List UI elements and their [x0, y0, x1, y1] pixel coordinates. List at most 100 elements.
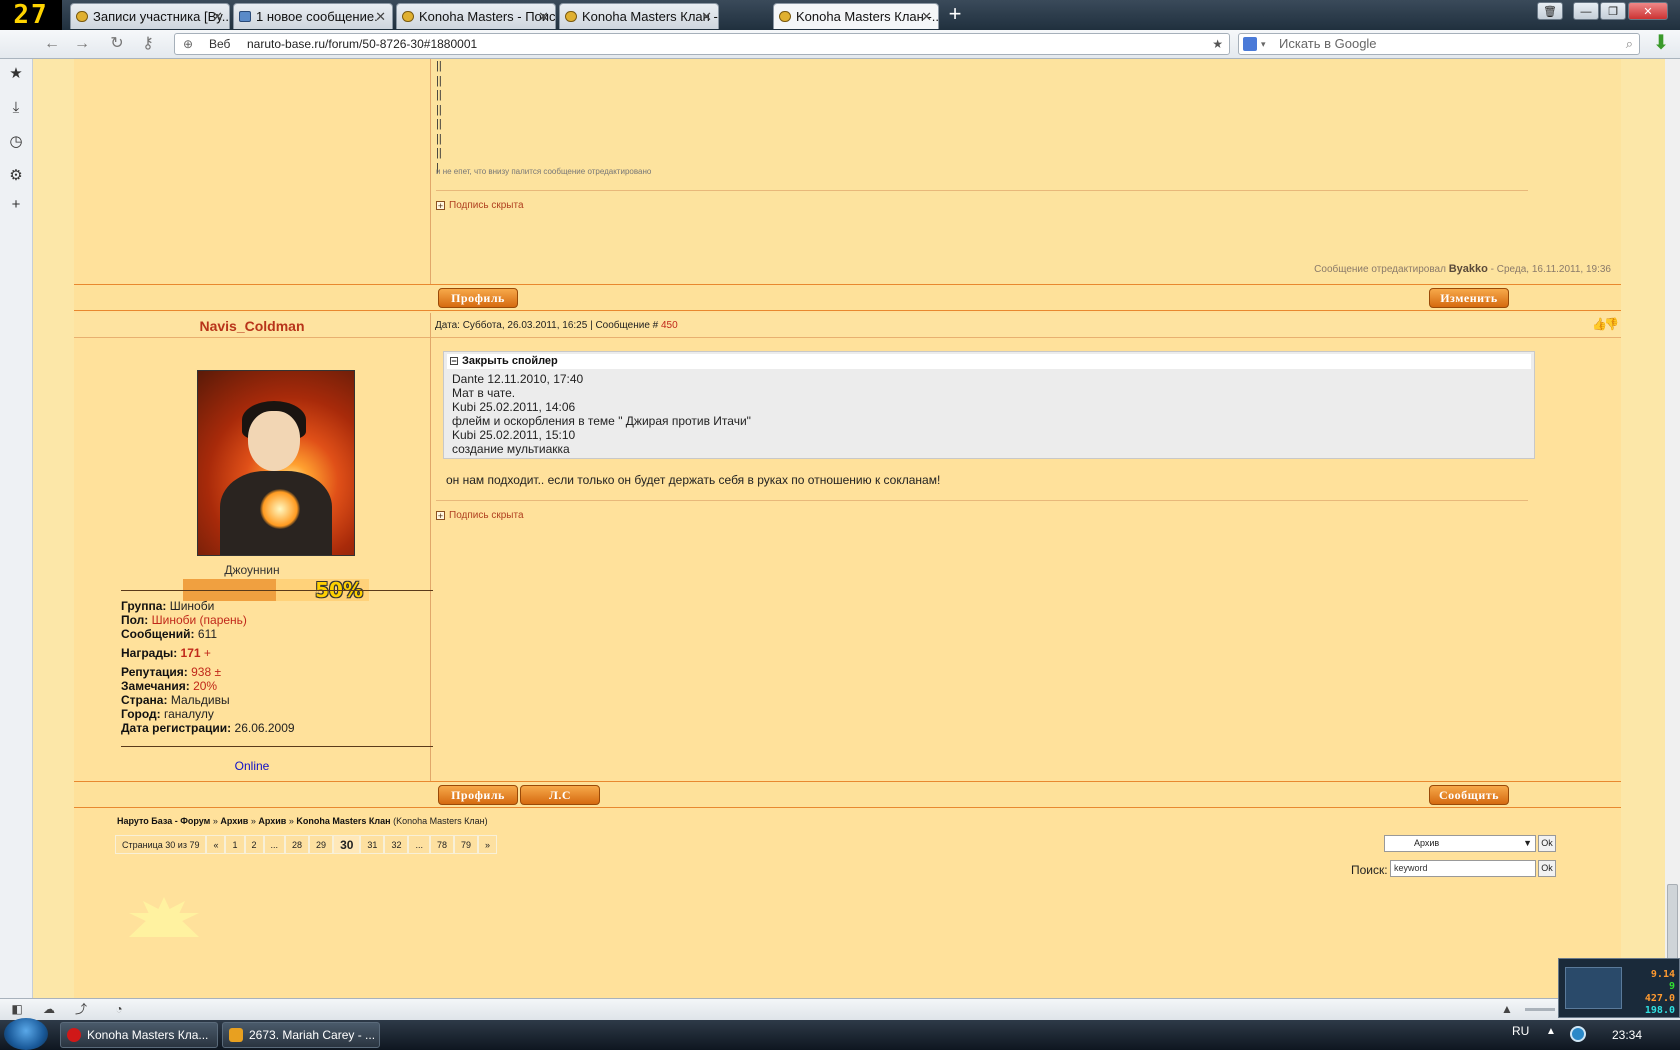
quote-markers: || || || || || || || |	[436, 59, 448, 175]
tab-clan-active[interactable]: Konoha Masters Клан -... ✕	[773, 3, 939, 29]
tray-app-icon[interactable]	[1570, 1026, 1586, 1042]
post-text: он нам подходит.. если только он будет д…	[446, 473, 941, 487]
panel-toggle-icon[interactable]: ◧	[8, 1001, 26, 1017]
edited-by[interactable]: Byakko	[1449, 263, 1488, 275]
forum-search-ok-button[interactable]: Ok	[1538, 860, 1556, 877]
page-link[interactable]: 31	[360, 835, 385, 854]
google-icon[interactable]	[1243, 37, 1257, 51]
forum-jump-select[interactable]: Архив ▼	[1384, 835, 1536, 852]
column-divider	[430, 59, 431, 305]
page-link[interactable]: 1	[225, 835, 245, 854]
page-next[interactable]: »	[478, 835, 498, 854]
breadcrumb-link[interactable]: Наруто База - Форум	[117, 816, 210, 826]
user-rank: Джоуннин	[224, 563, 280, 577]
bookmarks-star-icon[interactable]: ★	[6, 64, 26, 84]
breadcrumb: Наруто База - Форум » Архив » Архив » Ko…	[117, 816, 488, 826]
collapse-icon[interactable]: −	[450, 357, 458, 366]
reputation-value[interactable]: 938	[191, 665, 211, 679]
thumbs-down-icon[interactable]: 👎	[1604, 317, 1619, 331]
spoiler-line: флейм и оскорбления в теме " Джирая прот…	[452, 414, 751, 428]
task-label: Konoha Masters Кла...	[87, 1028, 209, 1042]
tab-records[interactable]: Записи участника [By... ✕	[70, 3, 230, 29]
zoom-slider[interactable]	[1525, 1008, 1555, 1011]
edit-button[interactable]: Изменить	[1429, 288, 1509, 308]
maximize-button[interactable]: ❐	[1600, 2, 1626, 20]
naruto-favicon-icon	[565, 11, 577, 22]
page-prev[interactable]: «	[206, 835, 226, 854]
forum-search-input[interactable]: keyword	[1390, 860, 1536, 877]
expand-icon[interactable]: +	[436, 511, 445, 521]
close-window-button[interactable]: ✕	[1628, 2, 1668, 20]
tab-clan-1[interactable]: Konoha Masters Клан -... ✕	[559, 3, 719, 29]
reputation-row: Репутация: 938 ±	[121, 665, 295, 679]
breadcrumb-link[interactable]: Konoha Masters Клан	[296, 816, 390, 826]
post-date: Дата: Суббота, 26.03.2011, 16:25 | Сообщ…	[435, 320, 659, 331]
expand-icon[interactable]: +	[436, 201, 445, 211]
settings-gear-icon[interactable]: ⚙	[6, 166, 26, 186]
tab-messages[interactable]: 1 новое сообщение. ✕	[233, 3, 393, 29]
report-button[interactable]: Сообщить	[1429, 785, 1509, 805]
reputation-change-icon[interactable]: ±	[214, 665, 221, 679]
signature-toggle[interactable]: + Подпись скрыта	[436, 510, 524, 521]
speed-dial-icon[interactable]: ◔	[110, 1001, 128, 1017]
breadcrumb-link[interactable]: Архив	[220, 816, 248, 826]
downloads-icon[interactable]: ⤓	[6, 98, 26, 118]
edited-notice: Сообщение отредактировал Byakko - Среда,…	[1314, 263, 1611, 275]
group-row: Группа: Шиноби	[121, 599, 295, 613]
new-tab-button[interactable]: +	[942, 3, 968, 27]
post-author[interactable]: Navis_Coldman	[74, 318, 430, 334]
address-field[interactable]: ⊕ Веб naruto-base.ru/forum/50-8726-30#18…	[174, 33, 1230, 55]
search-engine-field[interactable]: ▾ Искать в Google ⌕	[1238, 33, 1640, 55]
forward-icon[interactable]: →	[72, 34, 92, 54]
profile-button[interactable]: Профиль	[438, 288, 518, 308]
monitor-graph	[1565, 967, 1622, 1009]
breadcrumb-link[interactable]: Архив	[258, 816, 286, 826]
taskbar-player[interactable]: 2673. Mariah Carey - ...	[222, 1022, 380, 1048]
close-tab-icon[interactable]: ✕	[538, 4, 549, 29]
chevron-up-icon[interactable]: ▲	[1498, 1001, 1516, 1017]
search-icon[interactable]: ⌕	[1626, 34, 1633, 54]
history-clock-icon[interactable]: ◷	[6, 132, 26, 152]
private-message-button[interactable]: Л.С	[520, 785, 600, 805]
key-icon[interactable]: ⚷	[138, 34, 158, 54]
page-scrollbar[interactable]	[1665, 59, 1680, 998]
prev-signature-toggle[interactable]: + Подпись скрыта	[436, 200, 524, 211]
add-award-icon[interactable]: +	[204, 646, 211, 660]
trash-icon[interactable]: 🗑	[1537, 2, 1563, 20]
back-icon[interactable]: ←	[42, 34, 62, 54]
warnings-value[interactable]: 20%	[193, 679, 217, 693]
add-panel-icon[interactable]: +	[6, 195, 26, 215]
cloud-icon[interactable]: ☁	[40, 1001, 58, 1017]
tab-search[interactable]: Konoha Masters - Поиск ✕	[396, 3, 556, 29]
group-value: Шиноби	[169, 599, 215, 613]
messages-value[interactable]: 611	[198, 627, 217, 641]
close-tab-icon[interactable]: ✕	[701, 4, 712, 29]
chevron-down-icon[interactable]: ▼	[1523, 836, 1532, 851]
clock[interactable]: 23:34	[1612, 1028, 1642, 1042]
address-url[interactable]: naruto-base.ru/forum/50-8726-30#1880001	[247, 34, 477, 54]
close-tab-icon[interactable]: ✕	[921, 4, 932, 29]
page-link[interactable]: 78	[429, 835, 454, 854]
page-link[interactable]: 29	[309, 835, 334, 854]
forum-jump-ok-button[interactable]: Ok	[1538, 835, 1556, 852]
page-link[interactable]: 79	[453, 835, 478, 854]
message-number[interactable]: 450	[661, 320, 678, 331]
page-link[interactable]: 32	[384, 835, 409, 854]
minimize-button[interactable]: —	[1573, 2, 1599, 20]
taskbar-opera[interactable]: Konoha Masters Кла...	[60, 1022, 218, 1048]
bookmark-star-icon[interactable]: ★	[1212, 34, 1223, 54]
awards-value[interactable]: 171	[181, 646, 201, 660]
reload-icon[interactable]: ↻	[107, 34, 127, 54]
language-indicator[interactable]: RU	[1512, 1024, 1529, 1038]
page-link[interactable]: 28	[285, 835, 310, 854]
download-arrow-icon[interactable]: ⬇	[1650, 32, 1672, 54]
close-tab-icon[interactable]: ✕	[375, 4, 386, 29]
chevron-down-icon[interactable]: ▾	[1261, 34, 1266, 54]
close-tab-icon[interactable]: ✕	[212, 4, 223, 29]
start-button[interactable]	[4, 1018, 48, 1050]
spoiler-toggle[interactable]: − Закрыть спойлер	[447, 354, 1531, 369]
page-link[interactable]: 2	[244, 835, 264, 854]
profile-button[interactable]: Профиль	[438, 785, 518, 805]
share-icon[interactable]: ⤴	[72, 1001, 90, 1017]
tray-expand-icon[interactable]: ▲	[1546, 1026, 1556, 1037]
